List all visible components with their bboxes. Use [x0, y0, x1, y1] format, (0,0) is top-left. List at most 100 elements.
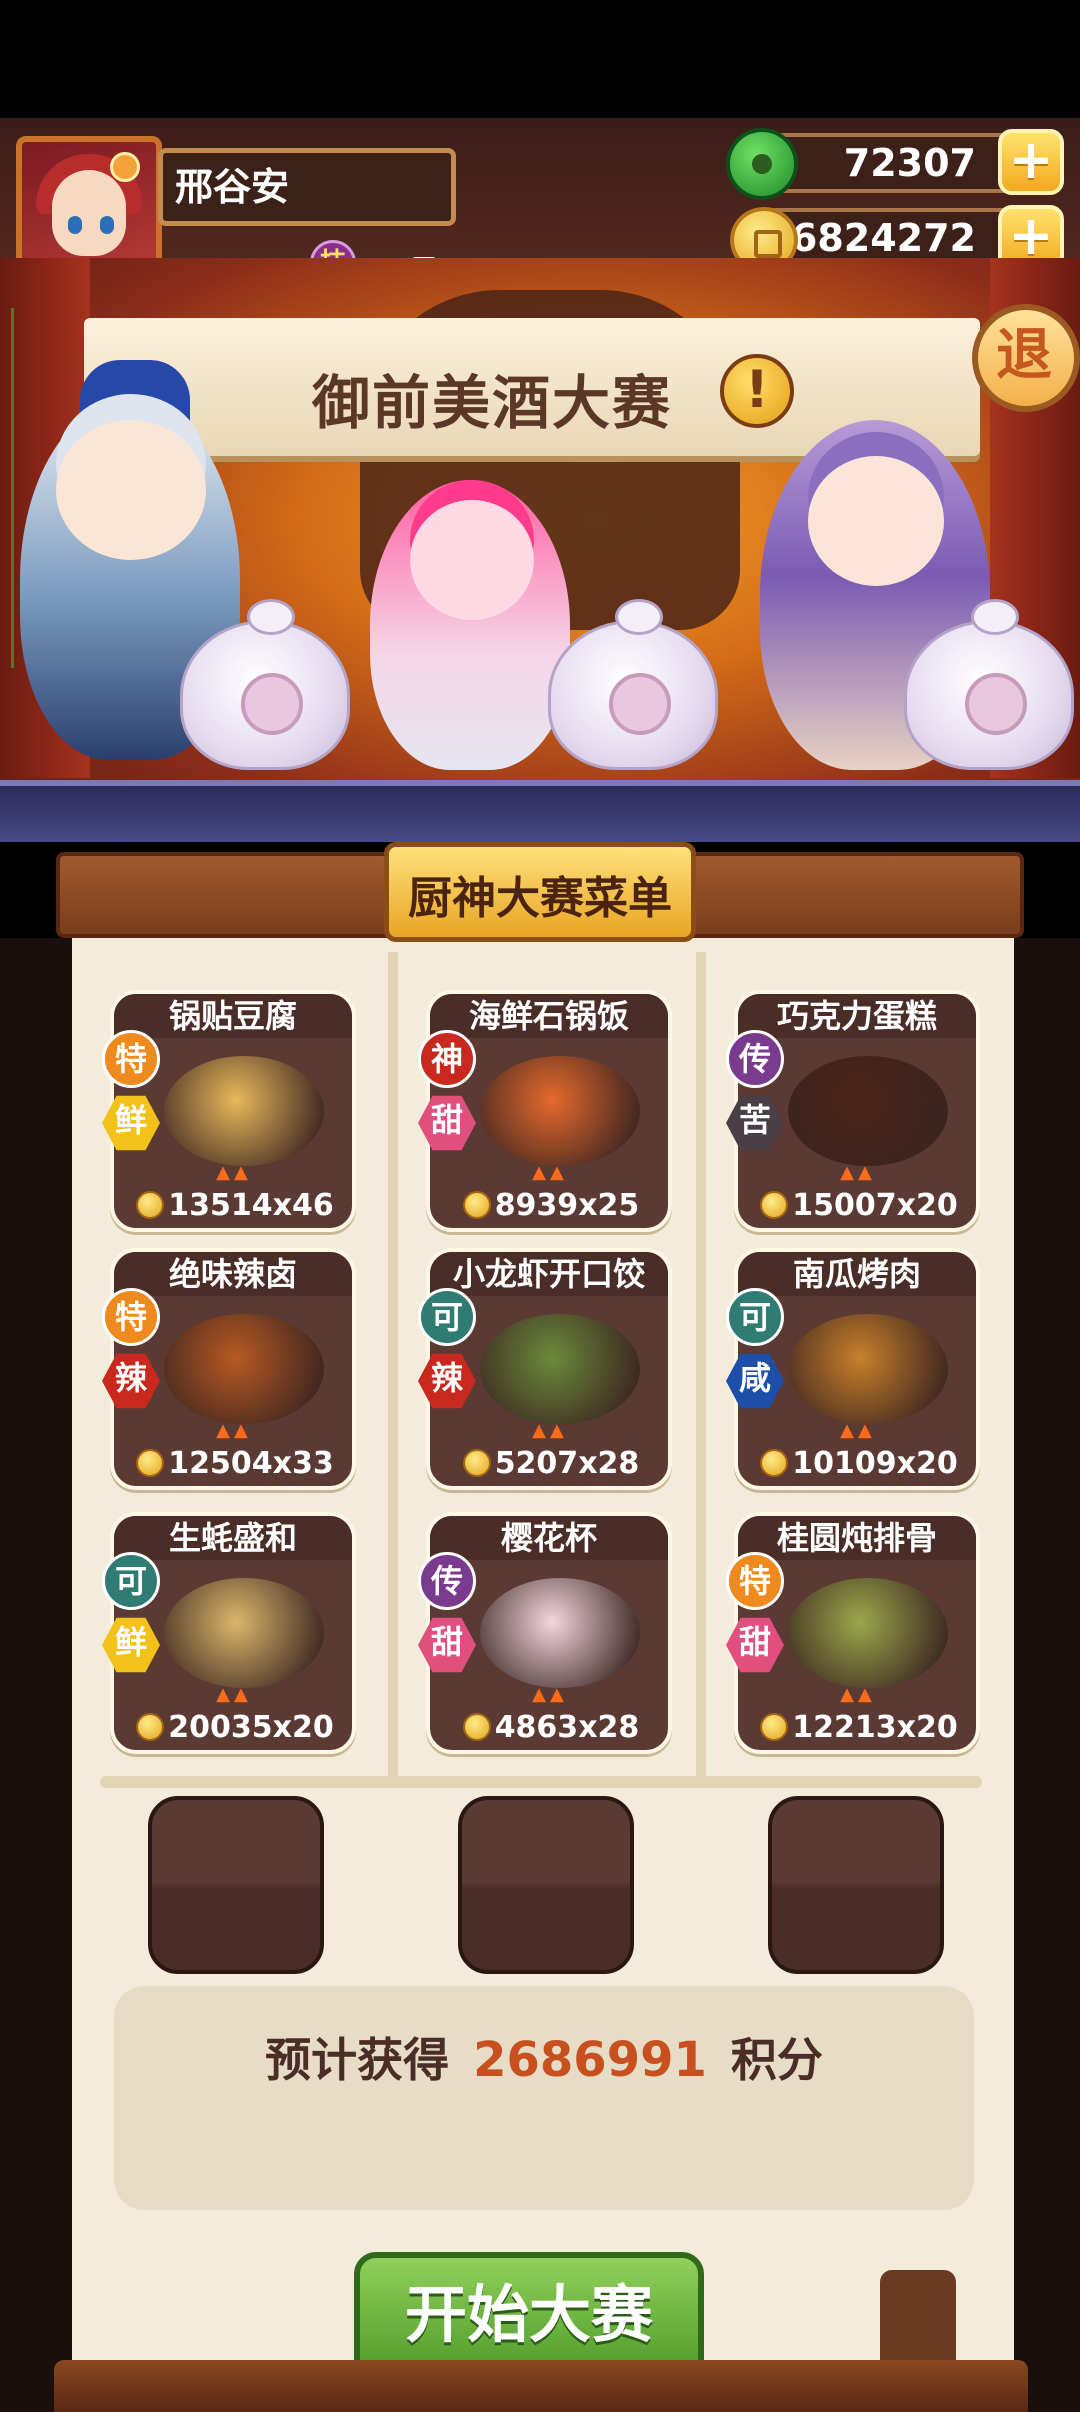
dish-name: 桂圆炖排骨 [738, 1516, 976, 1560]
dish-name: 巧克力蛋糕 [738, 994, 976, 1038]
coin-icon [462, 1449, 491, 1477]
dish-card[interactable]: 小龙虾开口饺 ▲▲ 可辣 5207x28 [418, 1248, 672, 1490]
taste-badge: 鲜 [102, 1095, 160, 1151]
coin-icon [136, 1713, 165, 1741]
coin-icon [136, 1191, 165, 1219]
dish-quantity: x20 [896, 1188, 958, 1223]
dish-image [480, 1056, 640, 1166]
dish-card[interactable]: 海鲜石锅饭 ▲▲ 神甜 8939x25 [418, 990, 672, 1232]
side-frame-left [0, 938, 72, 2412]
info-alert-icon[interactable]: ! [720, 354, 794, 428]
dish-price: 4863 [494, 1710, 579, 1745]
add-jade-button[interactable]: + [998, 129, 1064, 195]
judge-character-middle[interactable] [370, 480, 570, 770]
coin-icon [760, 1449, 789, 1477]
dish-price: 13514 [168, 1188, 273, 1223]
stage-floor [0, 780, 1080, 842]
dish-card[interactable]: 绝味辣卤 ▲▲ 特辣 12504x33 [102, 1248, 356, 1490]
fire-icons: ▲▲ [840, 1684, 876, 1705]
dish-price-row: 8939x25 [440, 1186, 662, 1226]
side-frame-right [1014, 938, 1080, 2412]
taste-badge: 辣 [102, 1353, 160, 1409]
dish-image [164, 1314, 324, 1424]
dish-quantity: x33 [272, 1446, 334, 1481]
rank-badge: 传 [418, 1552, 476, 1610]
fire-icons: ▲▲ [840, 1420, 876, 1441]
fire-icons: ▲▲ [216, 1162, 252, 1183]
estimate-line: 预计获得 2686991 积分 [114, 2030, 974, 2090]
taste-badge: 甜 [726, 1617, 784, 1673]
dish-card[interactable]: 樱花杯 ▲▲ 传甜 4863x28 [418, 1512, 672, 1754]
dish-name: 绝味辣卤 [114, 1252, 352, 1296]
rank-badge: 特 [102, 1030, 160, 1088]
teapot-icon [180, 599, 350, 770]
column-divider [696, 952, 706, 1778]
rank-badge: 传 [726, 1030, 784, 1088]
coin-icon [760, 1191, 789, 1219]
dish-quantity: x46 [272, 1188, 334, 1223]
player-name: 邢谷安 [175, 165, 290, 209]
rank-badge: 神 [418, 1030, 476, 1088]
taste-badge: 苦 [726, 1095, 784, 1151]
dish-image [788, 1056, 948, 1166]
dish-price-row: 12213x20 [748, 1708, 970, 1748]
selected-dish-slot[interactable] [148, 1796, 324, 1974]
taste-badge: 甜 [418, 1095, 476, 1151]
fire-icons: ▲▲ [216, 1684, 252, 1705]
teapot-icon [548, 599, 718, 770]
rank-badge: 可 [726, 1288, 784, 1346]
taste-badge: 咸 [726, 1353, 784, 1409]
dish-card[interactable]: 巧克力蛋糕 ▲▲ 传苦 15007x20 [726, 990, 980, 1232]
dish-name: 海鲜石锅饭 [430, 994, 668, 1038]
fire-icons: ▲▲ [532, 1684, 568, 1705]
dish-name: 樱花杯 [430, 1516, 668, 1560]
dish-card[interactable]: 生蚝盛和 ▲▲ 可鲜 20035x20 [102, 1512, 356, 1754]
dish-image [788, 1314, 948, 1424]
dish-image [480, 1314, 640, 1424]
coin-icon [462, 1713, 491, 1741]
dish-image [480, 1578, 640, 1688]
dish-quantity: x20 [896, 1710, 958, 1745]
fire-icons: ▲▲ [216, 1420, 252, 1441]
dish-price: 12504 [168, 1446, 273, 1481]
estimate-value: 2686991 [473, 2032, 707, 2088]
kettle-decoration [880, 2270, 956, 2366]
dish-quantity: x28 [578, 1710, 640, 1745]
dish-price: 8939 [494, 1188, 579, 1223]
dish-price-row: 13514x46 [124, 1186, 346, 1226]
dish-name: 生蚝盛和 [114, 1516, 352, 1560]
dish-price: 10109 [792, 1446, 897, 1481]
fire-icons: ▲▲ [532, 1162, 568, 1183]
fire-icons: ▲▲ [532, 1420, 568, 1441]
estimate-suffix: 积分 [730, 2033, 823, 2087]
dish-card[interactable]: 桂圆炖排骨 ▲▲ 特甜 12213x20 [726, 1512, 980, 1754]
dish-quantity: x25 [578, 1188, 640, 1223]
selected-dish-slot[interactable] [768, 1796, 944, 1974]
taste-badge: 鲜 [102, 1617, 160, 1673]
taste-badge: 甜 [418, 1617, 476, 1673]
dish-card[interactable]: 锅贴豆腐 ▲▲ 特鲜 13514x46 [102, 990, 356, 1232]
dish-name: 锅贴豆腐 [114, 994, 352, 1038]
dish-price: 15007 [792, 1188, 897, 1223]
dish-price-row: 12504x33 [124, 1444, 346, 1484]
rank-badge: 特 [102, 1288, 160, 1346]
menu-title: 厨神大赛菜单 [408, 873, 672, 924]
coin-icon [760, 1713, 789, 1741]
rank-badge: 可 [102, 1552, 160, 1610]
coin-icon [136, 1449, 165, 1477]
taste-badge: 辣 [418, 1353, 476, 1409]
dish-price: 12213 [792, 1710, 897, 1745]
coin-icon [462, 1191, 491, 1219]
section-divider [100, 1776, 982, 1788]
dish-name: 南瓜烤肉 [738, 1252, 976, 1296]
dish-price-row: 10109x20 [748, 1444, 970, 1484]
dish-quantity: x20 [272, 1710, 334, 1745]
rank-badge: 可 [418, 1288, 476, 1346]
dish-image [164, 1056, 324, 1166]
fire-icons: ▲▲ [840, 1162, 876, 1183]
dish-card[interactable]: 南瓜烤肉 ▲▲ 可咸 10109x20 [726, 1248, 980, 1490]
selected-dish-slot[interactable] [458, 1796, 634, 1974]
exit-button[interactable]: 退 [972, 304, 1080, 412]
teapot-icon [904, 599, 1074, 770]
dish-price-row: 15007x20 [748, 1186, 970, 1226]
